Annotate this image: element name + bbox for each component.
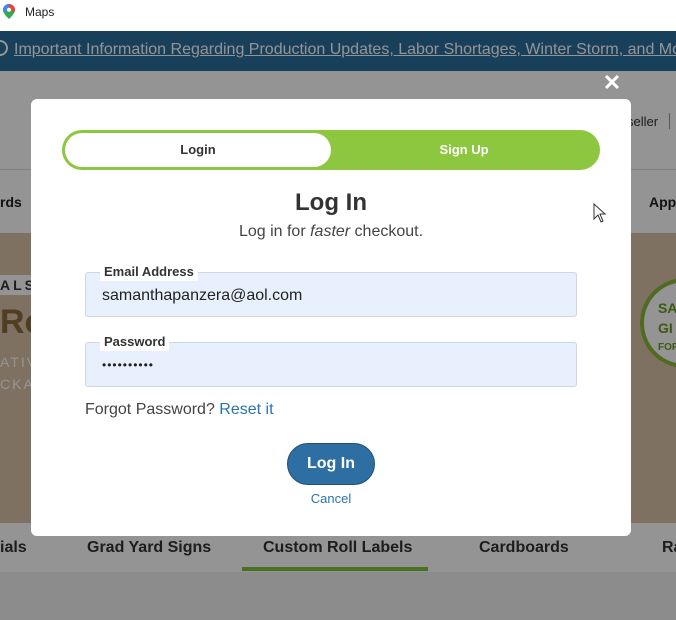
maps-pin-icon [3, 4, 15, 19]
password-field[interactable]: Password •••••••••• [85, 333, 577, 387]
login-button[interactable]: Log In [287, 443, 375, 485]
forgot-password-text: Forgot Password? [85, 401, 215, 418]
tab-login[interactable]: Login [65, 133, 331, 167]
modal-title: Log In [295, 189, 367, 216]
login-modal: Login Sign Up Log In Log in for faster c… [31, 99, 631, 536]
subtitle-suffix: checkout. [350, 223, 424, 240]
tab-signup[interactable]: Sign Up [331, 133, 597, 167]
password-input[interactable]: •••••••••• [102, 358, 154, 372]
reset-password-link[interactable]: Reset it [219, 401, 273, 418]
subtitle-prefix: Log in for [238, 223, 311, 240]
email-label: Email Address [100, 263, 198, 281]
cancel-link[interactable]: Cancel [311, 491, 351, 506]
browser-title: Maps [25, 5, 55, 19]
cancel-row: Cancel [31, 491, 631, 506]
forgot-password-row: Forgot Password? Reset it [85, 401, 274, 419]
browser-titlebar: Maps [0, 0, 676, 31]
auth-toggle: Login Sign Up [62, 130, 600, 170]
modal-subtitle: Log in for faster checkout. [31, 223, 631, 241]
close-icon[interactable]: ✕ [601, 72, 623, 94]
email-field[interactable]: Email Address samanthapanzera@aol.com [85, 263, 577, 317]
mouse-cursor-icon [593, 203, 607, 223]
email-input[interactable]: samanthapanzera@aol.com [102, 287, 302, 305]
subtitle-emphasis: faster [310, 223, 351, 240]
password-label: Password [100, 333, 170, 351]
